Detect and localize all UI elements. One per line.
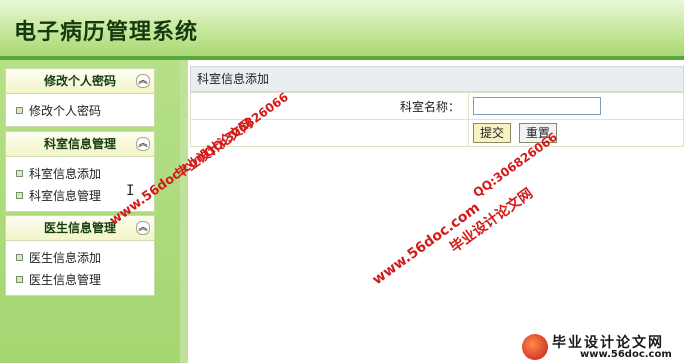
sidebar-item-change-password[interactable]: 修改个人密码 <box>6 100 154 122</box>
section-title: 科室信息添加 <box>190 66 684 92</box>
department-form: 科室名称： 提交 重置 <box>190 92 684 147</box>
empty-cell <box>190 119 469 147</box>
sidebar-item-label: 医生信息管理 <box>29 273 102 287</box>
panel-header-department[interactable]: 科室信息管理 ︽ <box>6 132 154 157</box>
panel-title: 修改个人密码 <box>43 74 116 88</box>
sidebar-item-add-doctor[interactable]: 医生信息添加 <box>6 247 154 269</box>
panel-header-doctor[interactable]: 医生信息管理 ︽ <box>6 216 154 241</box>
content-panel: 科室信息添加 科室名称： 提交 重置 <box>190 66 684 147</box>
sidebar-item-label: 医生信息添加 <box>29 251 102 265</box>
department-name-input[interactable] <box>473 97 601 115</box>
department-name-label: 科室名称： <box>190 92 469 120</box>
panel-header-password[interactable]: 修改个人密码 ︽ <box>6 69 154 94</box>
panel-title: 科室信息管理 <box>43 137 116 151</box>
form-actions-row: 提交 重置 <box>190 119 684 147</box>
submit-button[interactable]: 提交 <box>473 123 512 143</box>
bullet-icon <box>16 170 23 177</box>
bullet-icon <box>16 192 23 199</box>
form-row: 科室名称： <box>190 92 684 120</box>
app-title: 电子病历管理系统 <box>14 19 199 45</box>
actions-cell: 提交 重置 <box>468 119 684 147</box>
logo-url: www.56doc.com <box>580 349 672 360</box>
panel-password: 修改个人密码 ︽ 修改个人密码 <box>5 68 155 127</box>
collapse-icon[interactable]: ︽ <box>136 74 150 88</box>
department-name-cell <box>468 92 684 120</box>
sidebar-item-label: 修改个人密码 <box>29 104 102 118</box>
panel-department: 科室信息管理 ︽ 科室信息添加 科室信息管理 <box>5 131 155 212</box>
sidebar-item-add-department[interactable]: 科室信息添加 <box>6 163 154 185</box>
reset-button[interactable]: 重置 <box>518 123 557 143</box>
main-left-strip <box>180 60 188 363</box>
logo-icon <box>522 334 548 360</box>
sidebar-item-manage-doctor[interactable]: 医生信息管理 <box>6 269 154 291</box>
collapse-icon[interactable]: ︽ <box>136 221 150 235</box>
app-header: 电子病历管理系统 <box>0 0 684 60</box>
bullet-icon <box>16 107 23 114</box>
corner-logo: 毕业设计论文网 www.56doc.com <box>522 332 684 363</box>
main-content: 科室信息添加 科室名称： 提交 重置 <box>180 60 684 363</box>
sidebar: 修改个人密码 ︽ 修改个人密码 科室信息管理 ︽ 科室信息添加 科室信息管理 医… <box>0 60 180 363</box>
sidebar-item-label: 科室信息管理 <box>29 189 102 203</box>
collapse-icon[interactable]: ︽ <box>136 137 150 151</box>
sidebar-item-label: 科室信息添加 <box>29 167 102 181</box>
panel-title: 医生信息管理 <box>43 221 116 235</box>
bullet-icon <box>16 254 23 261</box>
text-cursor-icon: I <box>126 183 135 199</box>
panel-doctor: 医生信息管理 ︽ 医生信息添加 医生信息管理 <box>5 215 155 296</box>
bullet-icon <box>16 276 23 283</box>
